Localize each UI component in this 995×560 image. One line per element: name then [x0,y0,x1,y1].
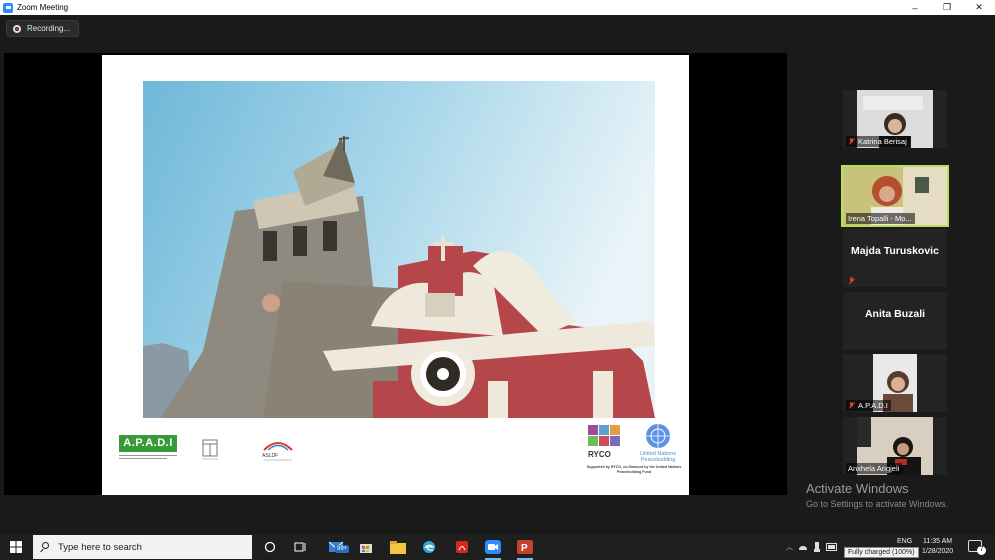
start-button[interactable] [0,534,32,560]
file-explorer-icon[interactable] [389,538,407,556]
recording-indicator[interactable]: Recording... [6,20,80,37]
participant-tile[interactable]: Anita Buzali [843,292,947,350]
system-clock[interactable]: 11:35 AM 1/28/2020 [922,537,953,557]
activate-subtitle: Go to Settings to activate Windows. [806,499,949,509]
participant-name: Irena Topalli - Mo... [848,214,912,223]
participant-name-large: Anita Buzali [864,308,926,320]
acrobat-icon[interactable] [453,538,471,556]
maximize-button[interactable]: ❐ [931,0,963,15]
clock-time: 11:35 AM [923,538,953,545]
meeting-area: Recording... A.P.A.D.I ASLDF RYCO United… [0,15,995,534]
mic-muted-icon [848,137,856,146]
screen-share-area: A.P.A.D.I ASLDF RYCO United Nations Peac… [4,53,787,495]
participant-name-label: Katrina Berisaj [846,136,910,147]
participant-name-label: Anxhela Angjeli [846,463,903,474]
svg-text:P: P [521,543,528,554]
participant-tile[interactable]: Anxhela Angjeli [843,417,947,475]
participant-tile[interactable]: A.P.A.D.I [843,354,947,412]
activate-title: Activate Windows [806,481,909,496]
zoom-window: Zoom Meeting – ❐ ✕ Recording... A.P.A.D.… [0,0,995,560]
participant-name: Katrina Berisaj [858,137,907,146]
powerpoint-icon[interactable]: P [516,538,534,560]
minimize-button[interactable]: – [899,0,931,15]
support-note: Supported by RYCO, co-financed by the Un… [586,465,682,474]
battery-tooltip: Fully charged (100%) [844,547,919,558]
participant-tile[interactable]: Katrina Berisaj [843,90,947,148]
zoom-logo-icon [3,2,13,13]
cortana-icon[interactable] [261,538,279,556]
task-view-icon[interactable] [291,538,309,556]
building-logo-icon [202,439,218,460]
clock-date: 1/28/2020 [922,548,954,555]
un-emblem-icon [646,424,670,448]
kmsh-logo-label: ASLDF [262,453,279,459]
window-title: Zoom Meeting [17,3,69,12]
activate-windows-watermark: Activate Windows Go to Settings to activ… [806,481,948,509]
recording-label: Recording... [27,24,71,33]
ryco-logo-label: RYCO [588,450,611,459]
participant-tile[interactable]: Majda Turuskovic [843,229,947,287]
chevron-up-icon[interactable]: ︿ [786,542,793,552]
presentation-slide: A.P.A.D.I ASLDF RYCO United Nations Peac… [102,55,689,495]
mic-muted-icon [848,277,856,285]
mail-icon[interactable]: 99+ [327,538,350,556]
apadi-logo-text: A.P.A.D.I [119,435,177,452]
close-button[interactable]: ✕ [963,0,995,15]
mic-muted-icon [848,401,856,410]
participant-name-label: A.P.A.D.I [846,400,891,411]
apadi-logo-rule [119,455,177,456]
language-indicator[interactable]: ENG [897,538,912,545]
search-icon [40,542,50,552]
windows-taskbar: Type here to search 99+ P ︿ Fully charge… [0,534,995,560]
participant-status [846,276,859,286]
un-peacebuilding-label: United Nations Peacebuilding [639,451,677,463]
church-photo [143,81,655,418]
window-controls: – ❐ ✕ [899,0,995,15]
participant-tile-active-speaker[interactable]: Irena Topalli - Mo... [841,165,949,227]
system-tray: ︿ [786,534,838,560]
windows-logo-icon [10,541,22,553]
mail-badge: 99+ [335,545,350,553]
kmsh-logo-icon [263,442,293,461]
participant-name: A.P.A.D.I [858,401,888,410]
participant-name-label: Irena Topalli - Mo... [846,213,915,224]
zoom-taskbar-icon[interactable] [484,538,502,560]
taskbar-search-box[interactable]: Type here to search [33,535,252,559]
title-bar: Zoom Meeting – ❐ ✕ [0,0,995,15]
participant-name: Anxhela Angjeli [848,464,900,473]
edge-browser-icon[interactable] [420,538,438,556]
store-icon[interactable] [357,538,375,556]
notification-count: 7 [977,546,986,555]
participant-name-large: Majda Turuskovic [851,245,939,257]
record-icon [13,24,21,33]
apadi-logo: A.P.A.D.I [119,435,177,461]
usb-icon[interactable] [813,542,821,552]
search-placeholder: Type here to search [58,541,142,553]
onedrive-icon[interactable] [798,543,808,551]
apadi-logo-rule [119,458,167,459]
battery-icon[interactable] [826,543,838,551]
